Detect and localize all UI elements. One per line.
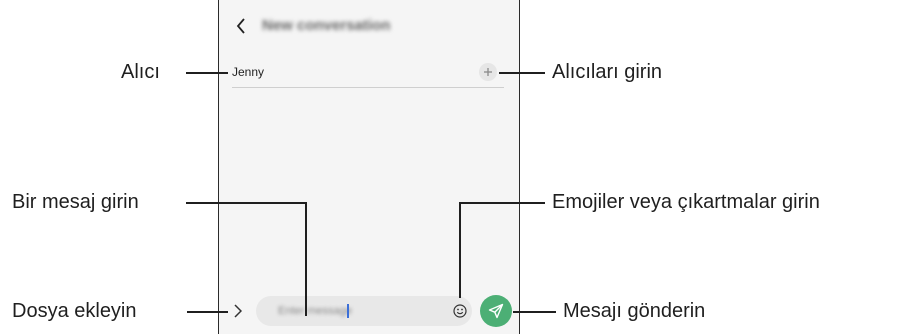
chevron-right-icon: [234, 304, 242, 318]
callout-emoji-stickers: Emojiler veya çıkartmalar girin: [552, 191, 820, 213]
callout-attach-file-line: [187, 311, 228, 313]
callout-emoji-stickers-line-h: [459, 202, 545, 204]
chevron-left-icon: [236, 18, 245, 34]
emoji-button[interactable]: [451, 302, 469, 320]
smiley-icon: [453, 304, 467, 318]
callout-emoji-stickers-line-v: [459, 202, 461, 298]
text-cursor: [347, 304, 349, 318]
phone-screen: [218, 0, 520, 334]
back-button[interactable]: [232, 13, 250, 39]
send-button[interactable]: [480, 295, 512, 327]
callout-enter-message: Bir mesaj girin: [12, 191, 139, 213]
callout-send-message: Mesajı gönderin: [563, 300, 706, 322]
callout-enter-message-line-h: [186, 202, 307, 204]
recipient-divider: [232, 87, 504, 88]
add-recipient-button[interactable]: [479, 63, 497, 81]
callout-add-recipients-line: [499, 72, 545, 74]
callout-recipient-line: [186, 72, 228, 74]
message-input[interactable]: Enter message: [256, 296, 472, 326]
message-placeholder: Enter message: [278, 305, 352, 317]
page-title: New conversation: [262, 17, 391, 34]
callout-recipient: Alıcı: [121, 61, 160, 83]
callout-enter-message-line-v: [305, 202, 307, 316]
callout-attach-file: Dosya ekleyin: [12, 300, 137, 322]
paper-plane-icon: [488, 303, 504, 319]
callout-send-message-line: [513, 311, 556, 313]
callout-add-recipients: Alıcıları girin: [552, 61, 663, 83]
plus-icon: [484, 68, 492, 76]
recipient-field[interactable]: Jenny: [232, 62, 264, 82]
attach-button[interactable]: [230, 302, 246, 320]
